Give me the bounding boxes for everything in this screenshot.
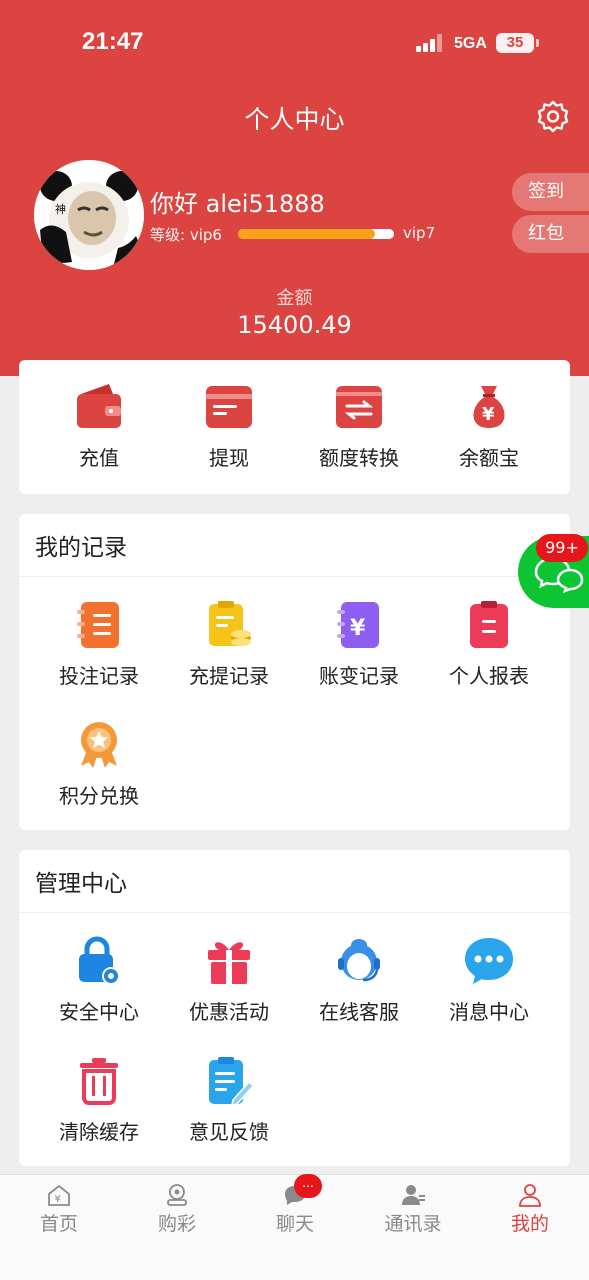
svg-text:¥: ¥	[482, 404, 495, 425]
message-center-item[interactable]: 消息中心	[424, 936, 554, 1025]
card-icon	[206, 386, 252, 428]
gear-icon[interactable]	[534, 98, 572, 136]
feedback-item[interactable]: 意见反馈	[164, 1056, 294, 1145]
quick-action-label: 提现	[209, 446, 249, 470]
tab-lottery[interactable]: 购彩	[118, 1183, 236, 1236]
money-bag-icon: ¥	[473, 386, 505, 428]
sign-in-button[interactable]: 签到	[512, 173, 589, 211]
management-label: 在线客服	[319, 1000, 399, 1024]
floating-chat-badge: 99+	[536, 534, 588, 562]
withdraw-button[interactable]: 提现	[164, 382, 294, 471]
red-packet-button[interactable]: 红包	[512, 215, 589, 253]
management-card: 管理中心 安全中心 优惠活动 在线客服 消息中心 清除缓存 意见反馈	[19, 850, 570, 1166]
transfer-button[interactable]: 额度转换	[294, 382, 424, 471]
home-icon: ¥	[48, 1184, 70, 1206]
tab-home[interactable]: ¥ 首页	[0, 1183, 118, 1236]
records-card: 我的记录 投注记录 充提记录 ¥ 账变记录 个人报表 积分兑换	[19, 514, 570, 830]
profile-icon	[519, 1184, 541, 1207]
bet-records-item[interactable]: 投注记录	[34, 600, 164, 689]
clipboard-coins-icon	[209, 601, 251, 646]
wallet-icon	[77, 384, 121, 428]
record-label: 账变记录	[319, 664, 399, 688]
medal-icon	[81, 722, 117, 768]
yen-book-icon: ¥	[337, 602, 379, 648]
amount-value: 15400.49	[237, 311, 352, 339]
battery-tip	[536, 39, 539, 47]
personal-report-item[interactable]: 个人报表	[424, 600, 554, 689]
tab-label: 通讯录	[384, 1213, 442, 1235]
level-label: 等级: vip6	[150, 226, 222, 244]
transfer-icon	[336, 386, 382, 428]
divider	[19, 912, 570, 913]
customer-service-icon	[338, 939, 380, 982]
management-label: 安全中心	[59, 1000, 139, 1024]
management-label: 优惠活动	[189, 1000, 269, 1024]
management-label: 清除缓存	[59, 1120, 139, 1144]
network-label: 5GA	[454, 35, 487, 52]
signal-icon	[416, 34, 446, 52]
gift-icon	[208, 942, 250, 984]
account-change-records-item[interactable]: ¥ 账变记录	[294, 600, 424, 689]
quick-actions-card: 充值 提现 额度转换 ¥ 余额宝	[19, 360, 570, 494]
battery-icon: 35	[496, 33, 534, 53]
management-label: 消息中心	[449, 1000, 529, 1024]
management-label: 意见反馈	[189, 1120, 269, 1144]
record-label: 投注记录	[59, 664, 139, 688]
record-label: 个人报表	[449, 664, 529, 688]
tab-label: 首页	[39, 1213, 78, 1235]
report-icon	[470, 601, 508, 648]
feedback-icon	[209, 1057, 253, 1106]
svg-text:¥: ¥	[350, 616, 366, 641]
quick-action-label: 充值	[79, 446, 119, 470]
deposit-withdraw-records-item[interactable]: 充提记录	[164, 600, 294, 689]
chat-tab-badge: ...	[294, 1174, 322, 1198]
tab-contacts[interactable]: 通讯录	[354, 1183, 472, 1236]
lottery-icon	[167, 1184, 187, 1206]
level-next: vip7	[403, 224, 436, 242]
level-progress-bar	[238, 229, 394, 239]
recharge-button[interactable]: 充值	[34, 382, 164, 471]
tab-label: 聊天	[275, 1213, 314, 1235]
panda-meme-avatar: 神	[34, 160, 144, 270]
record-label: 积分兑换	[59, 784, 139, 808]
quick-action-label: 余额宝	[459, 446, 519, 470]
divider	[19, 576, 570, 577]
points-exchange-item[interactable]: 积分兑换	[34, 720, 164, 809]
svg-text:¥: ¥	[55, 1194, 61, 1205]
online-service-item[interactable]: 在线客服	[294, 936, 424, 1025]
quick-action-label: 额度转换	[319, 446, 399, 470]
tab-profile[interactable]: 我的	[471, 1183, 589, 1236]
management-title: 管理中心	[35, 871, 127, 897]
balance-treasure-button[interactable]: ¥ 余额宝	[424, 382, 554, 471]
greeting-text: 你好 alei51888	[150, 190, 325, 218]
tab-label: 我的	[510, 1213, 549, 1235]
page-title: 个人中心	[244, 105, 345, 134]
records-title: 我的记录	[35, 535, 127, 561]
level-progress-fill	[238, 229, 376, 239]
status-time: 21:47	[82, 28, 144, 55]
promotions-item[interactable]: 优惠活动	[164, 936, 294, 1025]
clear-cache-item[interactable]: 清除缓存	[34, 1056, 164, 1145]
tab-label: 购彩	[157, 1213, 196, 1235]
avatar[interactable]: 神	[34, 160, 144, 270]
profile-header: 21:47 5GA 35 个人中心 神 你好 alei51888 等级: vip…	[0, 0, 589, 376]
chat-bubble-icon	[465, 938, 513, 984]
trash-icon	[80, 1058, 118, 1105]
amount-label: 金额	[276, 288, 313, 309]
lock-gear-icon	[79, 936, 120, 985]
contacts-icon	[402, 1185, 425, 1205]
svg-text:神: 神	[55, 202, 66, 216]
record-label: 充提记录	[189, 664, 269, 688]
notebook-icon	[77, 602, 119, 648]
security-center-item[interactable]: 安全中心	[34, 936, 164, 1025]
